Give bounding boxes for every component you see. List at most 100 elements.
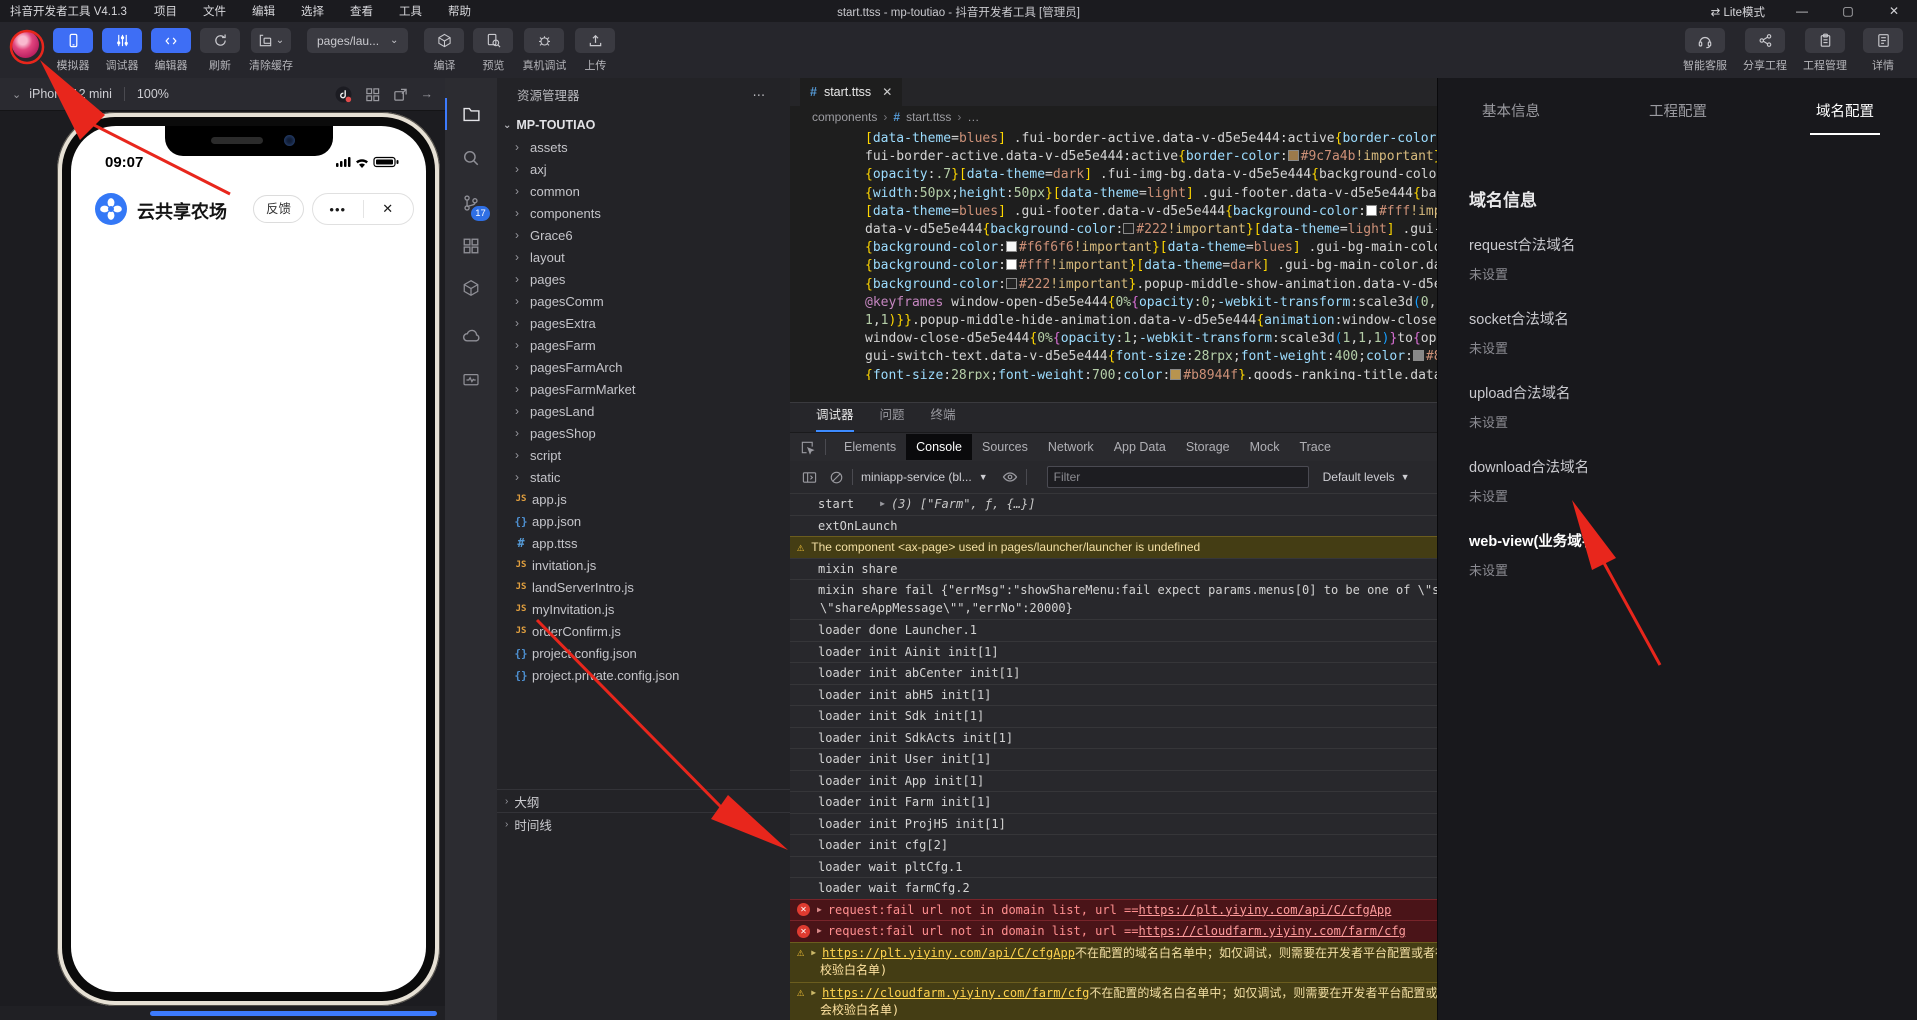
menu-item-5[interactable]: 工具: [386, 3, 435, 19]
devtools-tab-console[interactable]: Console: [906, 434, 972, 460]
console-row[interactable]: loader init App init[1]: [790, 769, 1437, 792]
toolbar-remote-debug-button[interactable]: 真机调试: [522, 28, 566, 73]
console-row[interactable]: extOnLaunch: [790, 514, 1437, 537]
toolbar-editor-button[interactable]: 编辑器: [151, 28, 191, 73]
console-row[interactable]: ⚠ The component <ax-page> used in pages/l…: [790, 536, 1437, 558]
console-row[interactable]: loader init Farm init[1]: [790, 791, 1437, 813]
minimize-button[interactable]: —: [1779, 0, 1825, 22]
debug-tab-终端[interactable]: 终端: [931, 404, 956, 432]
console-row[interactable]: loader init abH5 init[1]: [790, 683, 1437, 706]
eye-icon[interactable]: [1002, 469, 1018, 485]
tree-folder-pagesFarmArch[interactable]: › pagesFarmArch: [497, 356, 790, 378]
devtools-tab-storage[interactable]: Storage: [1176, 434, 1240, 460]
tree-folder-static[interactable]: › static: [497, 466, 790, 488]
context-dropdown[interactable]: miniapp-service (bl... ▼: [861, 470, 988, 484]
performance-monitor-icon[interactable]: [445, 360, 497, 400]
toggle-sidebar-icon[interactable]: [802, 470, 817, 485]
inspect-element-icon[interactable]: [800, 440, 815, 455]
domain-field-label[interactable]: socket合法域名: [1469, 308, 1601, 329]
outline-section[interactable]: › 大纲: [497, 789, 790, 813]
console-row[interactable]: loader done Launcher.1: [790, 619, 1437, 641]
user-avatar[interactable]: [12, 31, 39, 58]
debug-tab-调试器[interactable]: 调试器: [816, 404, 854, 432]
cloud-icon[interactable]: [445, 315, 497, 355]
toolbar-project-manage-button[interactable]: 工程管理: [1803, 28, 1847, 73]
tree-file-app.ttss[interactable]: # app.ttss: [497, 532, 790, 554]
tree-folder-pagesFarmMarket[interactable]: › pagesFarmMarket: [497, 378, 790, 400]
domain-field-label[interactable]: download合法域名: [1469, 456, 1601, 477]
console-row[interactable]: loader init SdkActs init[1]: [790, 726, 1437, 749]
tree-folder-axj[interactable]: › axj: [497, 158, 790, 180]
toolbar-clear-cache-button[interactable]: ⌄ 清除缓存: [249, 28, 293, 73]
search-icon[interactable]: [445, 138, 497, 178]
zoom-level[interactable]: 100%: [137, 87, 169, 101]
explorer-more-icon[interactable]: ⋯: [753, 87, 767, 102]
console-link[interactable]: https://cloudfarm.yiyiny.com/farm/cfg: [822, 986, 1089, 1001]
expand-arrow-icon[interactable]: ▶: [811, 946, 816, 961]
console-row[interactable]: loader init User init[1]: [790, 748, 1437, 770]
devtools-tab-app-data[interactable]: App Data: [1104, 434, 1176, 460]
config-tab-域名配置[interactable]: 域名配置: [1810, 100, 1880, 135]
tree-file-invitation.js[interactable]: JS invitation.js: [497, 554, 790, 576]
toolbar-share-project-button[interactable]: 分享工程: [1743, 28, 1787, 73]
devtools-tab-trace[interactable]: Trace: [1289, 434, 1341, 460]
console-row[interactable]: loader wait farmCfg.2: [790, 877, 1437, 899]
console-row[interactable]: loader init cfg[2]: [790, 834, 1437, 856]
toolbar-compile-button[interactable]: 编译: [424, 28, 465, 73]
menu-item-2[interactable]: 编辑: [239, 3, 288, 19]
console-row[interactable]: loader init abCenter init[1]: [790, 662, 1437, 684]
tree-folder-pagesFarm[interactable]: › pagesFarm: [497, 334, 790, 356]
tree-folder-pagesLand[interactable]: › pagesLand: [497, 400, 790, 422]
menu-item-1[interactable]: 文件: [190, 3, 239, 19]
more-button[interactable]: •••: [313, 202, 363, 217]
tree-file-project.config.json[interactable]: {} project.config.json: [497, 642, 790, 664]
close-button[interactable]: ✕: [1871, 0, 1917, 22]
devtools-tab-network[interactable]: Network: [1038, 434, 1104, 460]
devtools-tab-mock[interactable]: Mock: [1240, 434, 1290, 460]
devtools-tab-elements[interactable]: Elements: [834, 434, 906, 460]
tree-file-myInvitation.js[interactable]: JS myInvitation.js: [497, 598, 790, 620]
menu-item-6[interactable]: 帮助: [435, 3, 484, 19]
phone-screen[interactable]: 09:07 云共享农场 反馈 ••• ✕: [71, 126, 426, 992]
package-icon[interactable]: [445, 268, 497, 308]
tree-folder-assets[interactable]: › assets: [497, 136, 790, 158]
console-row[interactable]: loader init ProjH5 init[1]: [790, 812, 1437, 835]
code-editor[interactable]: [data-theme=blues] .fui-border-active.da…: [790, 130, 1437, 380]
toolbar-simulator-button[interactable]: 模拟器: [53, 28, 93, 73]
toolbar-preview-button[interactable]: 预览: [473, 28, 514, 73]
expand-arrow-icon[interactable]: ▶: [817, 903, 822, 918]
clear-console-icon[interactable]: [829, 470, 844, 485]
tree-folder-pagesComm[interactable]: › pagesComm: [497, 290, 790, 312]
expand-arrow-icon[interactable]: ▶: [817, 924, 822, 939]
grid-view-icon[interactable]: [365, 87, 380, 102]
open-external-icon[interactable]: →: [421, 87, 434, 101]
account-avatar-icon[interactable]: [335, 86, 352, 103]
console-link[interactable]: https://plt.yiyiny.com/api/C/cfgApp: [822, 946, 1075, 961]
explorer-icon[interactable]: [445, 94, 497, 134]
console-row[interactable]: start ▶ (3) ["Farm", ƒ, {…}]: [790, 493, 1437, 515]
console-row[interactable]: loader wait pltCfg.1: [790, 855, 1437, 878]
devtools-tab-sources[interactable]: Sources: [972, 434, 1038, 460]
tree-folder-layout[interactable]: › layout: [497, 246, 790, 268]
console-link[interactable]: https://plt.yiyiny.com/api/C/cfgApp: [1139, 903, 1392, 918]
tree-file-app.js[interactable]: JS app.js: [497, 488, 790, 510]
domain-field-label[interactable]: web-view(业务域名): [1469, 530, 1601, 551]
timeline-section[interactable]: › 时间线: [497, 812, 790, 836]
toolbar-upload-button[interactable]: 上传: [575, 28, 616, 73]
tree-file-landServerIntro.js[interactable]: JS landServerIntro.js: [497, 576, 790, 598]
lite-mode-toggle[interactable]: ⇄ Lite模式: [1711, 4, 1765, 20]
tree-file-app.json[interactable]: {} app.json: [497, 510, 790, 532]
screenshot-icon[interactable]: [393, 87, 408, 102]
feedback-button[interactable]: 反馈: [252, 195, 304, 223]
chevron-down-icon[interactable]: ⌄: [12, 88, 21, 101]
close-tab-icon[interactable]: ✕: [882, 85, 892, 99]
debug-tab-问题[interactable]: 问题: [880, 404, 905, 432]
console-row[interactable]: loader init Ainit init[1]: [790, 640, 1437, 663]
console-row[interactable]: ✕ ▶ request:fail url not in domain list, u…: [790, 898, 1437, 920]
tree-folder-common[interactable]: › common: [497, 180, 790, 202]
page-path-dropdown[interactable]: pages/lau... ⌄: [307, 28, 409, 53]
filter-input[interactable]: [1046, 466, 1309, 488]
console-row[interactable]: ⚠ ▶ https://cloudfarm.yiyiny.com/farm/cfg …: [790, 981, 1437, 1020]
tree-folder-components[interactable]: › components: [497, 202, 790, 224]
toolbar-details-button[interactable]: 详情: [1863, 28, 1903, 73]
